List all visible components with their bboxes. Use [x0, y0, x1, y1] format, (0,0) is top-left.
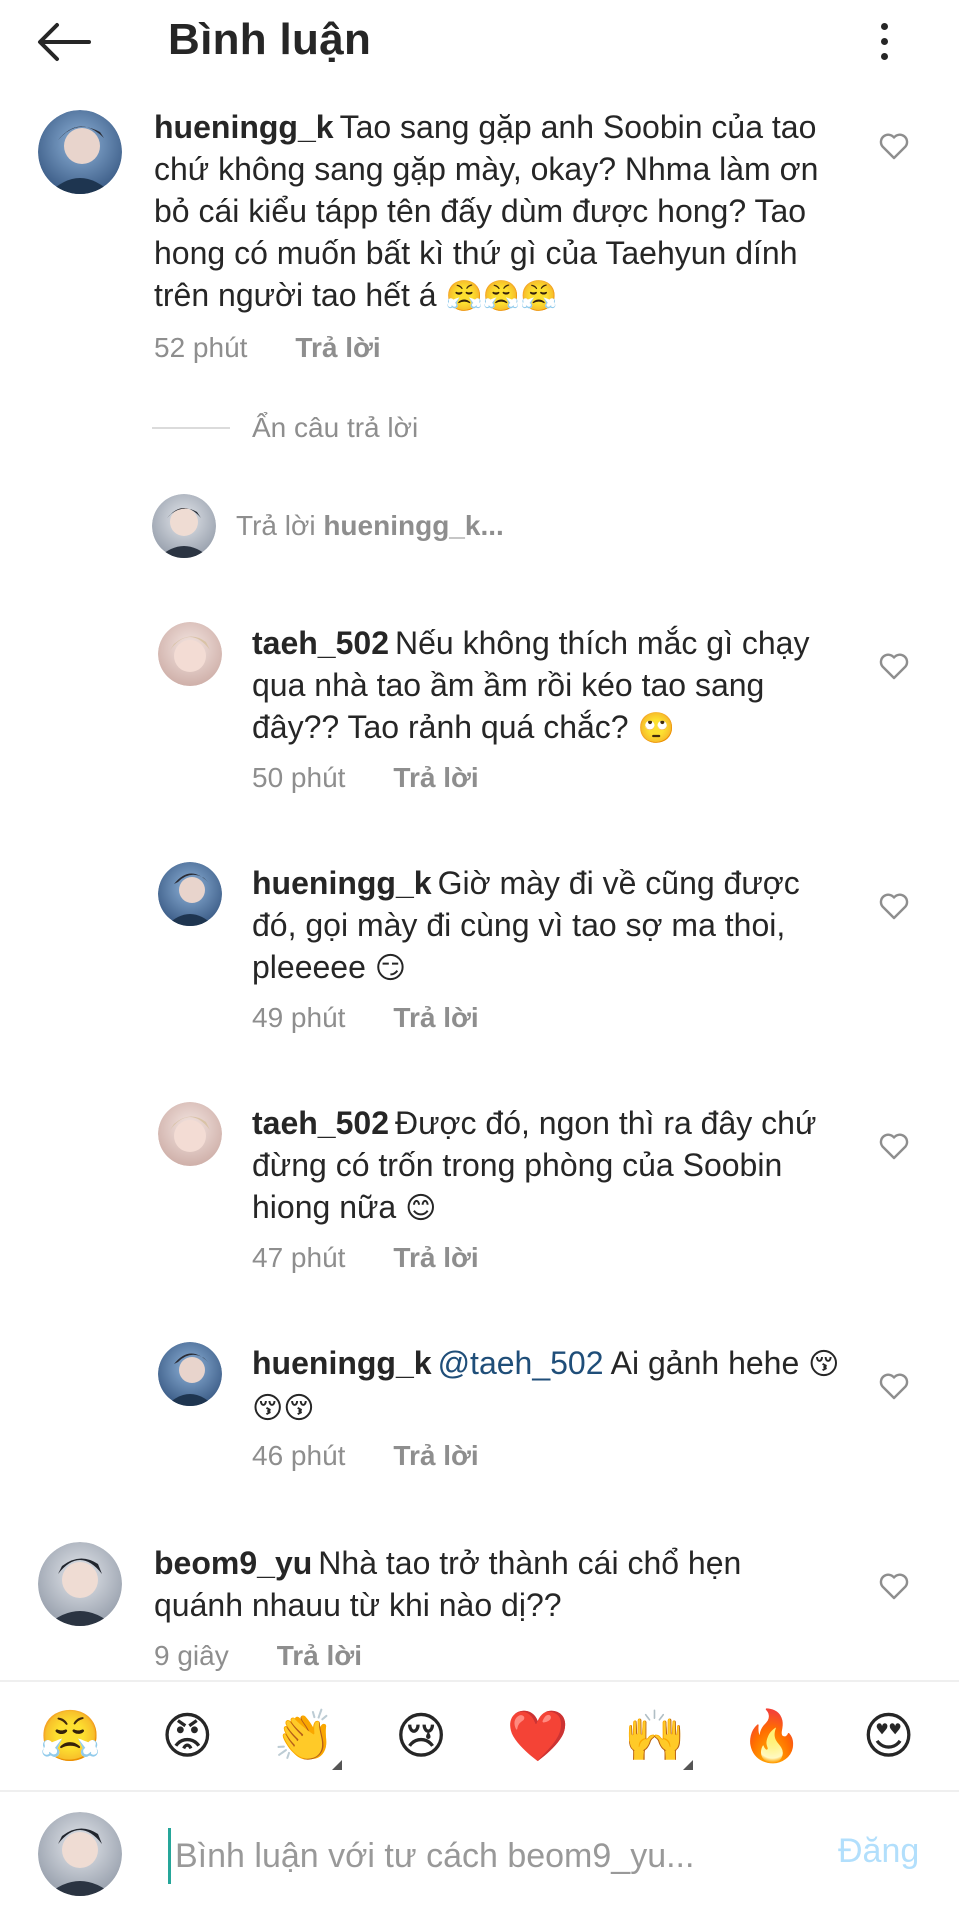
reply-button[interactable]: Trả lời [393, 1440, 478, 1472]
reply-time: 49 phút [252, 1002, 346, 1033]
reply-meta: 46 phút Trả lời [252, 1440, 479, 1472]
reply-button[interactable]: Trả lời [277, 1640, 362, 1672]
reply-text: Ai gảnh hehe [610, 1345, 800, 1381]
arrow-left-icon [38, 23, 91, 61]
comment-emojis: 😤😤😤 [445, 279, 558, 314]
avatar [38, 1812, 122, 1896]
reply-prompt-text: Trả lời hueningg_k... [236, 510, 504, 541]
avatar [152, 494, 216, 558]
heart-outline-icon[interactable] [879, 1572, 909, 1600]
reply-body: hueningg_k @taeh_502 Ai gảnh hehe 😚😚😚 [252, 1342, 842, 1430]
avatar[interactable] [158, 1342, 222, 1406]
reply-emojis: 🙄 [637, 711, 675, 746]
divider-line [152, 427, 230, 429]
avatar[interactable] [158, 1102, 222, 1166]
hide-replies-toggle[interactable]: Ẩn câu trả lời [152, 412, 418, 444]
reply-button[interactable]: Trả lời [393, 762, 478, 794]
heart-outline-icon[interactable] [879, 132, 909, 160]
back-button[interactable] [34, 14, 94, 70]
skin-tone-indicator [682, 1760, 693, 1770]
emoji-button[interactable]: 😢 [381, 1696, 461, 1776]
reply-time: 50 phút [252, 762, 346, 793]
emoji-button[interactable]: 😡 [147, 1696, 227, 1776]
comment-input[interactable] [168, 1828, 808, 1884]
emoji-button[interactable]: 🙌 [615, 1696, 695, 1776]
more-vertical-icon [880, 22, 888, 30]
avatar[interactable] [38, 110, 122, 194]
reply-body: hueningg_k Giờ mày đi về cũng được đó, gọ… [252, 862, 852, 990]
emoji-reaction-bar: 😤 😡 👏 😢 ❤️ 🙌 🔥 😍 [0, 1680, 959, 1792]
heart-outline-icon[interactable] [879, 1372, 909, 1400]
page-title: Bình luận [168, 15, 372, 64]
reply-prompt[interactable]: Trả lời hueningg_k... [152, 494, 504, 558]
heart-outline-icon[interactable] [879, 652, 909, 680]
emoji-button[interactable]: 👏 [264, 1696, 344, 1776]
emoji-button[interactable]: 😍 [849, 1696, 929, 1776]
reply-meta: 50 phút Trả lời [252, 762, 479, 794]
top-bar: Bình luận [0, 0, 959, 80]
reply-mention[interactable]: @taeh_502 [438, 1345, 604, 1381]
reply-button[interactable]: Trả lời [295, 332, 380, 364]
hide-replies-label: Ẩn câu trả lời [252, 412, 419, 443]
emoji-button[interactable]: 😤 [30, 1696, 110, 1776]
reply-button[interactable]: Trả lời [393, 1242, 478, 1274]
reply-username[interactable]: hueningg_k [252, 865, 432, 901]
comment-body: hueningg_k Tao sang gặp anh Soobin của ta… [154, 106, 834, 318]
comment-body: beom9_yu Nhà tao trở thành cái chổ hẹn qu… [154, 1542, 834, 1626]
reply-username[interactable]: taeh_502 [252, 625, 389, 661]
heart-outline-icon[interactable] [879, 1132, 909, 1160]
avatar[interactable] [158, 862, 222, 926]
comment-username[interactable]: hueningg_k [154, 109, 334, 145]
emoji-button[interactable]: ❤️ [498, 1696, 578, 1776]
reply-time: 46 phút [252, 1440, 346, 1471]
avatar[interactable] [38, 1542, 122, 1626]
comment-time: 52 phút [154, 332, 248, 363]
reply-emojis: 😏 [374, 951, 407, 986]
emoji-button[interactable]: 🔥 [732, 1696, 812, 1776]
comment-meta: 9 giây Trả lời [154, 1640, 362, 1672]
comment-composer: Đăng [0, 1792, 959, 1920]
skin-tone-indicator [332, 1760, 343, 1770]
reply-username[interactable]: hueningg_k [252, 1345, 432, 1381]
comment-username[interactable]: beom9_yu [154, 1545, 312, 1581]
avatar[interactable] [158, 622, 222, 686]
reply-meta: 47 phút Trả lời [252, 1242, 479, 1274]
more-options-button[interactable] [864, 16, 904, 66]
reply-button[interactable]: Trả lời [393, 1002, 478, 1034]
comment-meta: 52 phút Trả lời [154, 332, 381, 364]
reply-body: taeh_502 Được đó, ngon thì ra đây chứ đừn… [252, 1102, 842, 1230]
reply-emojis: 😊 [405, 1191, 437, 1226]
heart-outline-icon[interactable] [879, 892, 909, 920]
reply-username[interactable]: taeh_502 [252, 1105, 389, 1141]
reply-time: 47 phút [252, 1242, 346, 1273]
reply-body: taeh_502 Nếu không thích mắc gì chạy qua … [252, 622, 842, 750]
comment-time: 9 giây [154, 1640, 229, 1671]
post-button[interactable]: Đăng [838, 1832, 919, 1871]
reply-meta: 49 phút Trả lời [252, 1002, 479, 1034]
